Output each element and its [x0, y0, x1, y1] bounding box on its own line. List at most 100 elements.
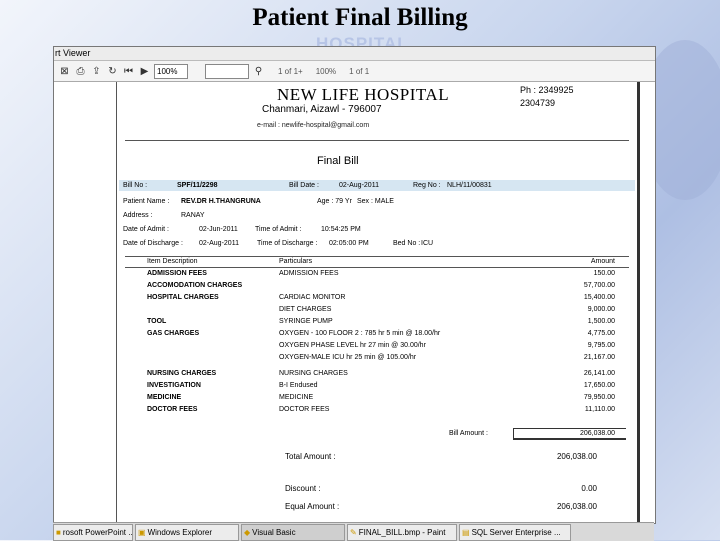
- zoom-select[interactable]: 100%: [154, 63, 188, 79]
- admit-time-label: Time of Admit :: [255, 226, 302, 233]
- row-amount: 15,400.00: [583, 294, 615, 301]
- taskbar-item-powerpoint[interactable]: ■ rosoft PowerPoint ...: [53, 523, 133, 541]
- first-page-icon[interactable]: ⏮: [122, 65, 135, 78]
- folder-icon: ▣: [138, 527, 146, 537]
- row-item: INVESTIGATION: [147, 382, 201, 389]
- row-particulars: B-I Endused: [279, 382, 318, 389]
- row-particulars: OXYGEN PHASE LEVEL hr 27 min @ 30.00/hr: [279, 342, 426, 349]
- row-item: ADMISSION FEES: [147, 270, 207, 277]
- row-amount: 150.00: [593, 270, 615, 277]
- reg-no-label: Reg No :: [413, 182, 441, 189]
- discharge-date-value: 02-Aug-2011: [199, 240, 239, 247]
- table-top-rule: [125, 256, 629, 257]
- viewer-toolbar: ⊠ ⎙ ⇪ ↻ ⏮ ▶ 100% ⚲ 1 of 1+ 100% 1 of 1: [54, 61, 655, 82]
- bed-no-label: Bed No :: [393, 240, 421, 247]
- hospital-name: NEW LIFE HOSPITAL: [277, 85, 450, 104]
- bill-date-value: 02-Aug-2011: [339, 182, 379, 189]
- admit-date-label: Date of Admit :: [123, 226, 169, 233]
- export-icon[interactable]: ⇪: [90, 65, 103, 78]
- windows-taskbar: ■ rosoft PowerPoint ... ▣ Windows Explorer…: [53, 522, 654, 541]
- row-particulars: NURSING CHARGES: [279, 370, 348, 377]
- row-item: HOSPITAL CHARGES: [147, 294, 219, 301]
- discharge-date-label: Date of Discharge :: [123, 240, 183, 247]
- bill-no-label: Bill No :: [123, 182, 148, 189]
- vb-icon: ◆: [244, 527, 251, 537]
- age-value: Age : 79 Yr: [317, 198, 352, 205]
- row-amount: 26,141.00: [583, 370, 615, 377]
- row-particulars: OXYGEN-MALE ICU hr 25 min @ 105.00/hr: [279, 354, 417, 361]
- row-item: NURSING CHARGES: [147, 370, 217, 377]
- bill-date-label: Bill Date :: [289, 182, 319, 189]
- taskbar-item-paint[interactable]: ✎ FINAL_BILL.bmp - Paint: [347, 523, 457, 541]
- page-indicator: 1 of 1+: [278, 66, 303, 76]
- page-count-indicator: 1 of 1: [349, 66, 370, 76]
- final-bill-page: NEW LIFE HOSPITAL Chanmari, Aizawl - 796…: [116, 82, 640, 522]
- row-item: GAS CHARGES: [147, 330, 200, 337]
- row-item: TOOL: [147, 318, 167, 325]
- row-particulars: CARDIAC MONITOR: [279, 294, 346, 301]
- taskbar-item-explorer[interactable]: ▣ Windows Explorer: [135, 523, 239, 541]
- row-amount: 11,110.00: [584, 406, 615, 413]
- admit-date-value: 02-Jun-2011: [199, 226, 238, 233]
- header-divider: [125, 140, 629, 141]
- row-amount: 9,795.00: [587, 342, 615, 349]
- equal-amount-value: 206,038.00: [556, 502, 597, 511]
- discount-label: Discount :: [285, 484, 321, 493]
- hospital-address: Chanmari, Aizawl - 796007: [262, 104, 382, 115]
- discharge-time-value: 02:05:00 PM: [329, 240, 369, 247]
- refresh-icon[interactable]: ↻: [106, 65, 119, 78]
- next-page-icon[interactable]: ▶: [138, 65, 151, 78]
- taskbar-item-visual-basic[interactable]: ◆ Visual Basic: [241, 523, 345, 541]
- hospital-phone-1: Ph : 2349925: [520, 85, 574, 95]
- col-header-particulars: Particulars: [279, 258, 313, 265]
- bill-no-value: SPF/11/2298: [177, 182, 218, 189]
- powerpoint-icon: ■: [56, 527, 61, 537]
- patient-name-value: REV.DR H.THANGRUNA: [181, 198, 261, 205]
- bill-title: Final Bill: [317, 155, 359, 167]
- row-particulars: DOCTOR FEES: [279, 406, 330, 413]
- row-amount: 17,650.00: [583, 382, 615, 389]
- row-item: ACCOMODATION CHARGES: [147, 282, 243, 289]
- patient-address-value: RANAY: [181, 212, 205, 219]
- reg-no-value: NLH/11/00831: [447, 182, 492, 189]
- zoom-indicator: 100%: [315, 66, 337, 76]
- bill-amount-label: Bill Amount :: [449, 430, 488, 437]
- total-amount-value: 206,038.00: [556, 452, 597, 461]
- col-header-amount: Amount: [590, 258, 615, 265]
- row-amount: 21,167.00: [583, 354, 615, 361]
- row-particulars: OXYGEN - 100 FLOOR 2 : 785 hr 5 min @ 18…: [279, 330, 441, 337]
- close-report-icon[interactable]: ⊠: [58, 65, 71, 78]
- equal-amount-label: Equal Amount :: [285, 502, 340, 511]
- bill-amount-value: 206,038.00: [579, 430, 615, 437]
- bed-no-value: ICU: [421, 240, 434, 247]
- row-particulars: MEDICINE: [279, 394, 314, 401]
- address-label: Address :: [123, 212, 153, 219]
- row-particulars: ADMISSION FEES: [279, 270, 339, 277]
- discharge-time-label: Time of Discharge :: [257, 240, 318, 247]
- col-header-item: Item Description: [147, 258, 198, 265]
- patient-name-label: Patient Name :: [123, 198, 170, 205]
- print-icon[interactable]: ⎙: [74, 65, 87, 78]
- total-amount-label: Total Amount :: [285, 452, 336, 461]
- slide-title: Patient Final Billing: [252, 4, 468, 31]
- row-item: MEDICINE: [147, 394, 182, 401]
- sql-icon: ▤: [462, 527, 470, 537]
- report-canvas: NEW LIFE HOSPITAL Chanmari, Aizawl - 796…: [54, 82, 655, 523]
- admit-time-value: 10:54:25 PM: [321, 226, 361, 233]
- row-item: DOCTOR FEES: [147, 406, 198, 413]
- taskbar-item-sql-server[interactable]: ▤ SQL Server Enterprise ...: [459, 523, 571, 541]
- window-titlebar: rt Viewer: [54, 47, 655, 61]
- discount-value: 0.00: [581, 484, 597, 493]
- row-amount: 79,950.00: [583, 394, 615, 401]
- sex-value: Sex : MALE: [357, 198, 394, 205]
- paint-icon: ✎: [350, 527, 357, 537]
- search-input[interactable]: [205, 63, 249, 79]
- row-amount: 9,000.00: [587, 306, 615, 313]
- report-viewer-window: rt Viewer ⊠ ⎙ ⇪ ↻ ⏮ ▶ 100% ⚲ 1 of 1+ 100…: [53, 46, 656, 524]
- row-amount: 57,700.00: [583, 282, 615, 289]
- row-particulars: SYRINGE PUMP: [279, 318, 333, 325]
- row-particulars: DIET CHARGES: [279, 306, 332, 313]
- table-header-rule: [125, 267, 629, 268]
- binoculars-search-icon[interactable]: ⚲: [252, 65, 265, 78]
- row-amount: 1,500.00: [587, 318, 615, 325]
